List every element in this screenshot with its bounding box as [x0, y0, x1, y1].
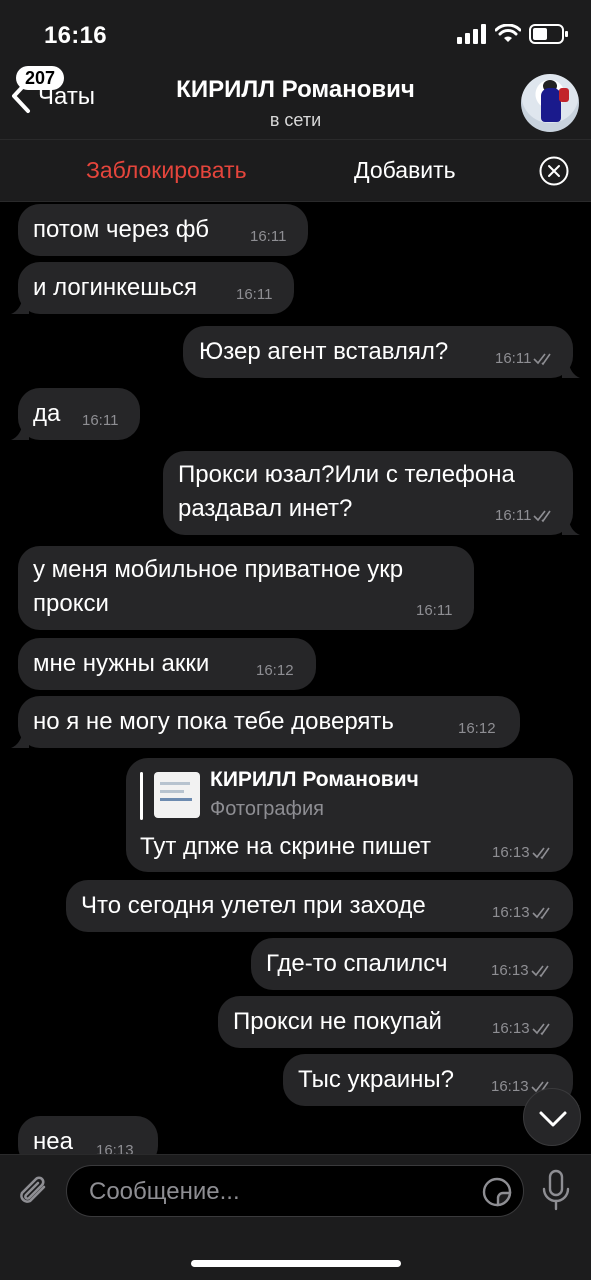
thumb-line	[160, 782, 190, 785]
time-label: 16:12	[256, 662, 294, 679]
message-text: Тыс украины?	[298, 1066, 454, 1093]
message-text: Где-то спалилсч	[266, 950, 448, 977]
message-time: 16:13	[96, 1142, 134, 1154]
double-check-icon	[531, 847, 550, 859]
message-text: но я не могу пока тебе доверять	[33, 708, 394, 735]
signal-icon	[457, 24, 486, 44]
message-text: Тут дпже на скрине пишет	[140, 833, 432, 860]
thumb-line	[160, 798, 192, 801]
bubble-tail	[562, 360, 580, 378]
message-text: мне нужны акки	[33, 650, 210, 677]
bubble-tail	[11, 730, 29, 748]
reply-type: Фотография	[210, 798, 324, 820]
time-label: 16:13	[96, 1142, 134, 1154]
message-text: да	[33, 400, 61, 427]
block-button[interactable]: Заблокировать	[86, 157, 247, 184]
message-bubble[interactable]: но я не могу пока тебе доверять 16:12	[11, 696, 520, 748]
chat-status: в сети	[269, 110, 322, 130]
avatar-accent	[559, 88, 569, 102]
add-contact-button[interactable]: Добавить	[354, 157, 456, 184]
message-time: 16:11	[82, 412, 118, 429]
message-bubble[interactable]: и логинкешься 16:11	[11, 262, 294, 314]
message-bubble[interactable]: неа 16:13	[18, 1116, 158, 1154]
home-indicator[interactable]	[191, 1260, 401, 1267]
double-check-icon	[533, 510, 552, 522]
microphone-icon[interactable]	[540, 1169, 572, 1211]
message-time: 16:13	[491, 962, 553, 979]
message-text: Юзер агент вставлял?	[199, 338, 449, 365]
message-list[interactable]: потом через фб 16:11 и логинкешься 16:11…	[0, 202, 591, 1154]
message-text: Прокси не покупай	[233, 1008, 442, 1035]
message-time: 16:13	[492, 844, 554, 861]
time-label: 16:11	[82, 412, 119, 429]
message-text: у меня мобильное приватное укр прокси	[33, 556, 404, 617]
thumb-line	[160, 790, 184, 793]
contact-action-bar: Заблокировать Добавить	[0, 140, 591, 202]
message-time: 16:13	[492, 904, 554, 921]
message-time: 16:11	[495, 507, 555, 524]
message-text: Прокси юзал?Или с телефона раздавал инет…	[178, 461, 515, 522]
message-time: 16:11	[416, 602, 452, 619]
reply-bar	[140, 772, 143, 820]
paperclip-icon[interactable]	[16, 1171, 52, 1211]
message-bubble[interactable]: Что сегодня улетел при заходе 16:13	[66, 880, 573, 932]
reply-sender: КИРИЛЛ Романович	[210, 768, 419, 791]
message-bubble[interactable]: Где-то спалилсч 16:13	[251, 938, 573, 990]
message-bubble[interactable]: Юзер агент вставлял? 16:11	[183, 326, 580, 378]
message-bubble[interactable]: да 16:11	[11, 388, 140, 440]
double-check-icon	[531, 1023, 550, 1035]
status-time: 16:16	[44, 22, 107, 49]
message-text: Что сегодня улетел при заходе	[81, 892, 426, 919]
time-label: 16:13	[491, 1078, 529, 1095]
time-label: 16:11	[250, 228, 287, 245]
message-bubble[interactable]: мне нужны акки 16:12	[18, 638, 316, 690]
message-bubble[interactable]: Прокси не покупай 16:13	[218, 996, 573, 1048]
double-check-icon	[531, 907, 550, 919]
time-label: 16:11	[416, 602, 453, 619]
message-time: 16:12	[458, 720, 496, 737]
message-bubble[interactable]: потом через фб 16:11	[18, 204, 308, 256]
message-text: неа	[33, 1128, 73, 1154]
time-label: 16:11	[236, 286, 273, 303]
message-time: 16:11	[236, 286, 272, 303]
reply-message-bubble[interactable]: КИРИЛЛ Романович Фотография Тут дпже на …	[126, 758, 573, 872]
time-label: 16:11	[495, 350, 532, 367]
message-text: и логинкешься	[33, 274, 197, 301]
message-time: 16:13	[492, 1020, 554, 1037]
time-label: 16:11	[495, 507, 532, 524]
wifi-icon	[495, 24, 521, 42]
bubble-tail	[562, 517, 580, 535]
message-placeholder: Сообщение...	[89, 1178, 240, 1205]
time-label: 16:13	[492, 844, 530, 861]
time-label: 16:13	[492, 904, 530, 921]
bubble-tail	[11, 422, 29, 440]
message-text: потом через фб	[33, 216, 209, 243]
double-check-icon	[533, 353, 552, 365]
time-label: 16:12	[458, 720, 496, 737]
status-bar: 16:16	[0, 0, 591, 66]
time-label: 16:13	[492, 1020, 530, 1037]
message-bubble[interactable]: у меня мобильное приватное укр прокси 16…	[18, 546, 474, 630]
chat-title[interactable]: КИРИЛЛ Романович	[0, 76, 591, 104]
message-time: 16:12	[256, 662, 294, 679]
chevron-down-icon	[539, 1111, 567, 1127]
message-bubble[interactable]: Прокси юзал?Или с телефона раздавал инет…	[163, 451, 580, 535]
close-icon[interactable]	[539, 156, 569, 186]
sticker-icon[interactable]	[481, 1176, 513, 1208]
chat-header: Чаты 207 КИРИЛЛ Романович в сети	[0, 66, 591, 140]
message-time: 16:11	[495, 350, 555, 367]
message-input[interactable]: Сообщение...	[66, 1165, 524, 1217]
battery-icon	[529, 24, 568, 44]
avatar[interactable]	[521, 74, 579, 132]
double-check-icon	[530, 965, 549, 977]
status-icons	[457, 24, 569, 44]
bubble-tail	[11, 296, 29, 314]
scroll-down-button[interactable]	[523, 1088, 581, 1146]
time-label: 16:13	[491, 962, 529, 979]
reply-photo-thumbnail[interactable]	[154, 772, 200, 818]
message-time: 16:11	[250, 228, 286, 245]
avatar-figure	[541, 88, 561, 122]
